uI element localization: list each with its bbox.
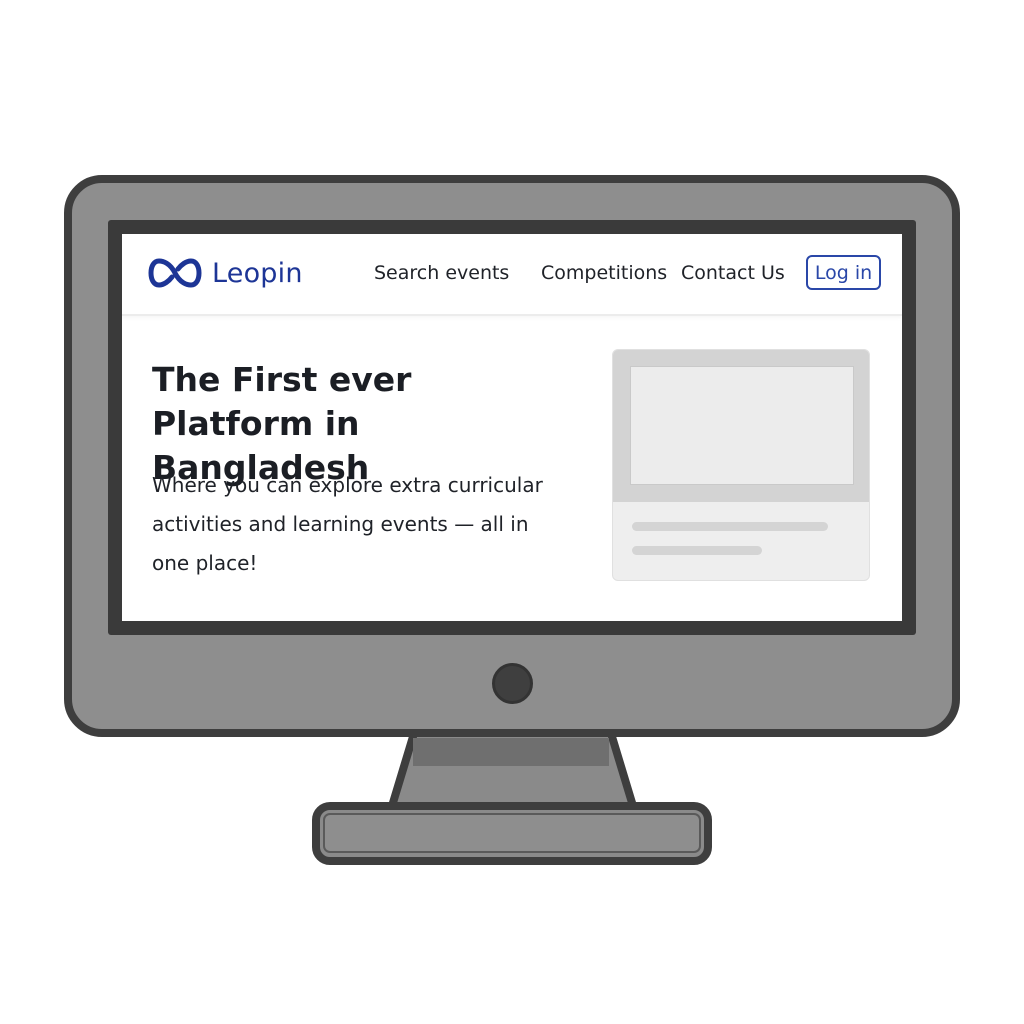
stand-base-top xyxy=(323,813,701,853)
navbar: Leopin Search events Competitions Contac… xyxy=(122,234,902,316)
brand-name: Leopin xyxy=(212,257,303,289)
login-button[interactable]: Log in xyxy=(806,255,881,290)
stand-neck-shadow xyxy=(413,738,609,766)
text-placeholder-line xyxy=(632,522,828,531)
infinity-logo-icon xyxy=(148,258,202,288)
nav-contact-us[interactable]: Contact Us xyxy=(681,262,785,284)
preview-card xyxy=(612,349,870,581)
text-placeholder-line xyxy=(632,546,762,555)
power-button[interactable] xyxy=(492,663,533,704)
scene: Leopin Search events Competitions Contac… xyxy=(0,0,1024,1024)
nav-search-events[interactable]: Search events xyxy=(374,262,509,284)
nav-competitions[interactable]: Competitions xyxy=(541,262,667,284)
hero-subtitle: Where you can explore extra curricular a… xyxy=(152,473,543,575)
image-placeholder-icon xyxy=(630,366,854,485)
brand-logo[interactable]: Leopin xyxy=(148,256,303,290)
website-screen: Leopin Search events Competitions Contac… xyxy=(122,234,902,621)
preview-image-area xyxy=(613,350,869,502)
